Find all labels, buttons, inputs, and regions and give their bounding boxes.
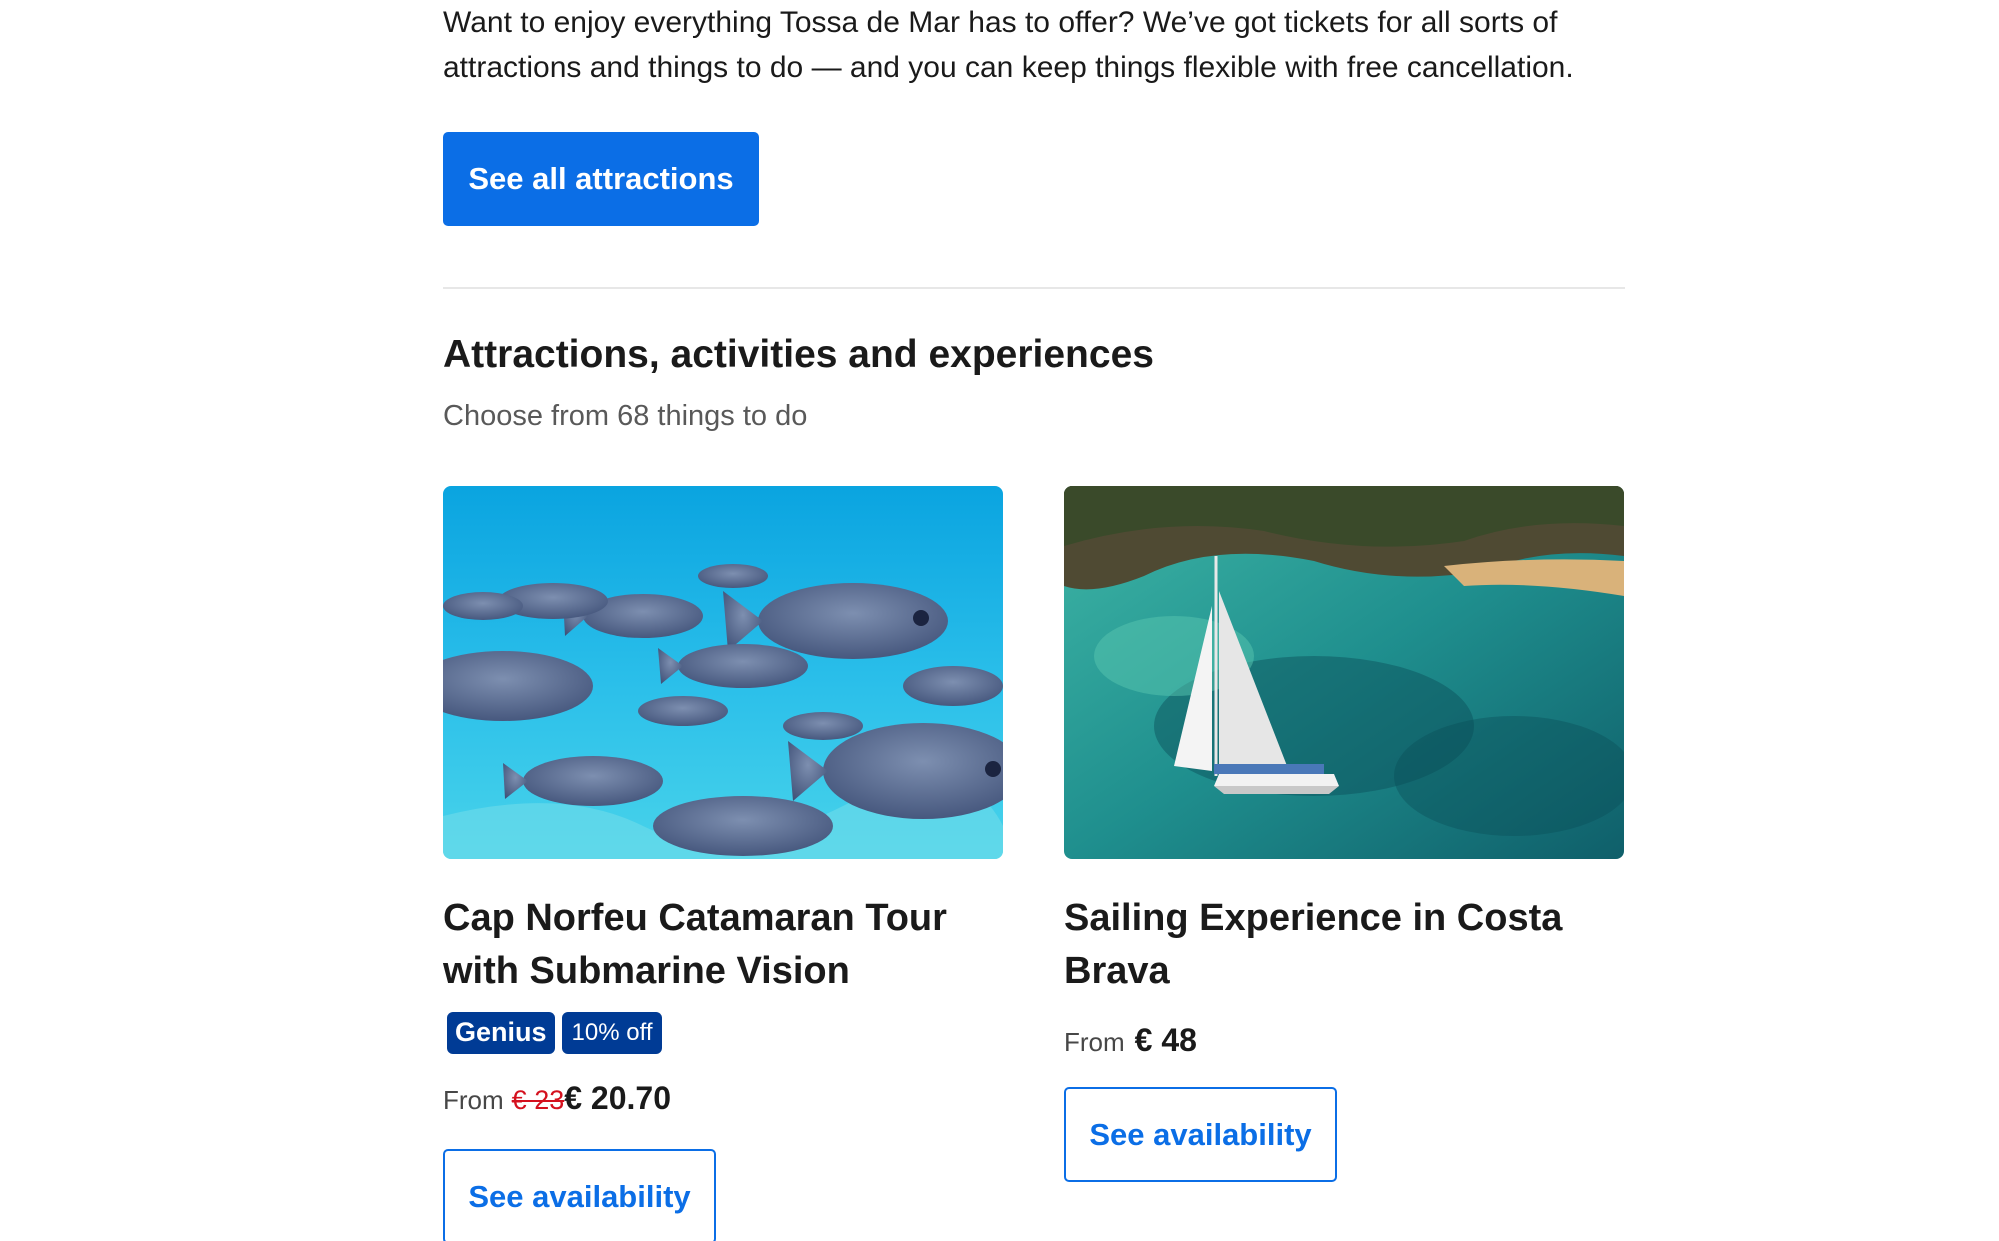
underwater-fish-photo[interactable] xyxy=(443,486,1003,859)
discount-badge: 10% off xyxy=(561,1012,663,1054)
section-divider xyxy=(443,287,1625,289)
original-price: € 23 xyxy=(511,1085,565,1115)
see-availability-button[interactable]: See availability xyxy=(443,1149,716,1241)
badge-row: Genius 10% off xyxy=(443,1012,1003,1054)
attraction-card[interactable]: Cap Norfeu Catamaran Tour with Submarine… xyxy=(443,486,1003,1241)
intro-text: Want to enjoy everything Tossa de Mar ha… xyxy=(443,6,1574,84)
price-from-label: From xyxy=(1064,1027,1125,1057)
genius-badge: Genius xyxy=(447,1012,555,1054)
price-from-label: From xyxy=(443,1085,504,1115)
section-title: Attractions, activities and experiences xyxy=(443,333,1154,376)
card-title[interactable]: Sailing Experience in Costa Brava xyxy=(1064,892,1624,998)
section-subtitle: Choose from 68 things to do xyxy=(443,400,808,432)
see-availability-button[interactable]: See availability xyxy=(1064,1087,1337,1182)
price-row: From € 48 xyxy=(1064,1022,1624,1059)
current-price: € 20.70 xyxy=(564,1080,671,1116)
see-all-attractions-button[interactable]: See all attractions xyxy=(443,132,759,226)
current-price: € 48 xyxy=(1134,1022,1197,1058)
attraction-card[interactable]: Sailing Experience in Costa Brava From €… xyxy=(1064,486,1624,1182)
card-title[interactable]: Cap Norfeu Catamaran Tour with Submarine… xyxy=(443,892,1003,998)
price-row: From € 23 € 20.70 xyxy=(443,1080,1003,1117)
catamaran-bay-photo[interactable] xyxy=(1064,486,1624,859)
